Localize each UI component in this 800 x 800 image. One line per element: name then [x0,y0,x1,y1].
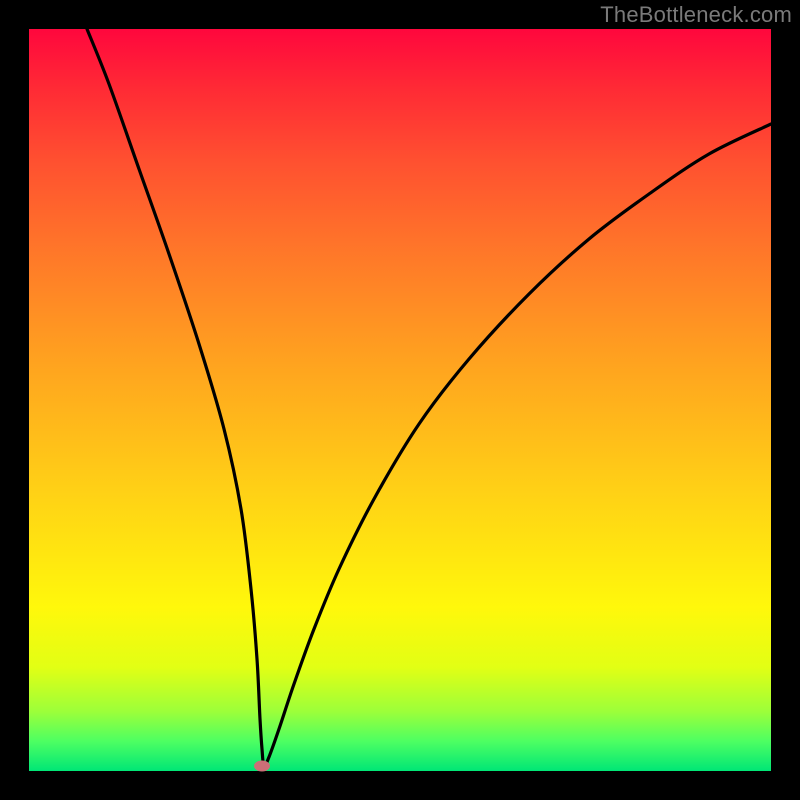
minimum-marker [254,761,270,772]
bottleneck-curve [29,29,771,771]
watermark-text: TheBottleneck.com [600,2,792,28]
chart-frame: TheBottleneck.com [0,0,800,800]
plot-area [29,29,771,771]
